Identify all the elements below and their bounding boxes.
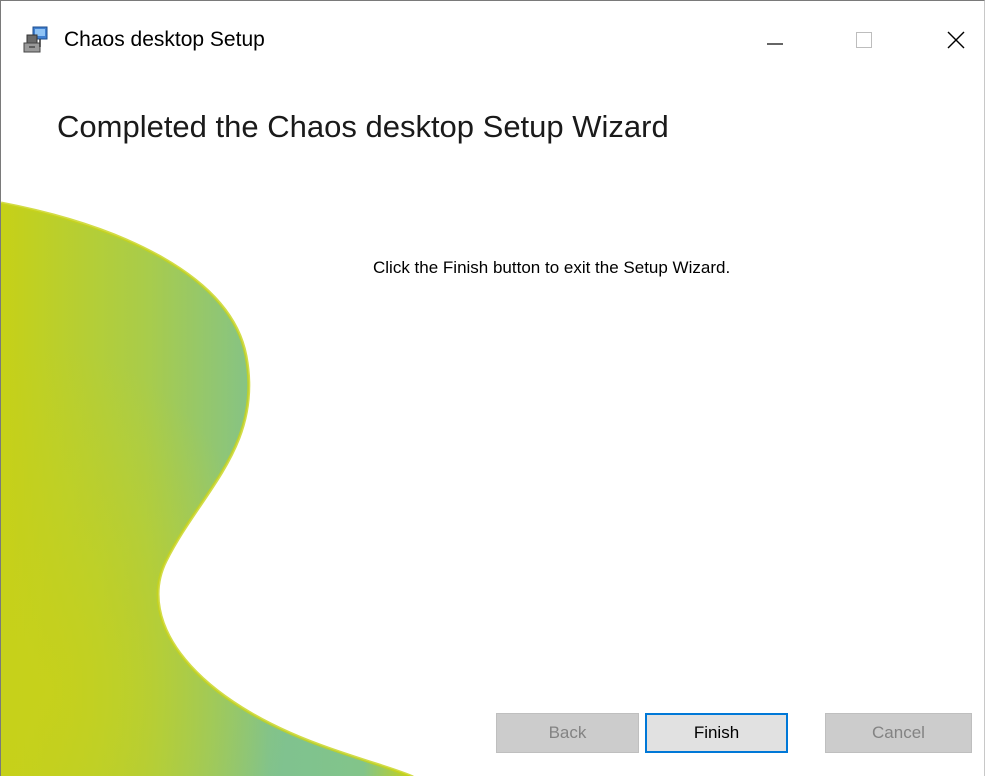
cancel-button[interactable]: Cancel [825, 713, 972, 753]
close-icon [947, 31, 965, 49]
window-title: Chaos desktop Setup [64, 28, 265, 51]
back-button[interactable]: Back [496, 713, 639, 753]
minimize-button[interactable] [750, 19, 800, 61]
installer-icon [21, 25, 51, 55]
close-button[interactable] [931, 19, 981, 61]
setup-window: Chaos desktop Setup Completed the Chaos … [0, 0, 985, 776]
maximize-icon [856, 32, 872, 48]
minimize-icon [767, 43, 783, 45]
maximize-button[interactable] [839, 19, 889, 61]
page-title: Completed the Chaos desktop Setup Wizard [57, 109, 669, 144]
title-bar[interactable]: Chaos desktop Setup [1, 1, 984, 73]
completion-message: Click the Finish button to exit the Setu… [373, 258, 731, 277]
finish-button[interactable]: Finish [645, 713, 788, 753]
